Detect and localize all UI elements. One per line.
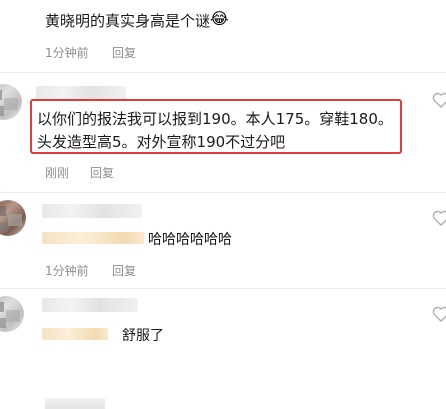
comment-text: 黄晓明的真实身高是个谜	[45, 12, 211, 30]
username-blurred	[42, 298, 138, 312]
comment-text: 哈哈哈哈哈哈	[148, 232, 232, 248]
avatar[interactable]	[0, 200, 26, 236]
user-tag-blurred	[42, 328, 108, 340]
heart-icon[interactable]	[432, 92, 446, 108]
reply-button[interactable]: 回复	[112, 44, 136, 61]
heart-icon[interactable]	[432, 306, 446, 322]
divider	[0, 72, 446, 73]
comment-text: 舒服了	[122, 328, 164, 344]
avatar[interactable]	[0, 84, 22, 120]
comment-time: 1分钟前	[45, 264, 89, 278]
heart-icon[interactable]	[432, 210, 446, 226]
avatar[interactable]	[0, 296, 24, 332]
username-blurred	[36, 86, 126, 100]
reply-button[interactable]: 回复	[112, 262, 136, 279]
username-blurred	[42, 204, 142, 218]
comment-time: 1分钟前	[45, 46, 89, 60]
comment-text-line-2: 头发造型高5。对外宣称190不过分吧	[37, 133, 286, 151]
reply-button[interactable]: 回复	[90, 164, 114, 181]
comment-time: 刚刚	[45, 166, 70, 180]
user-tag-blurred	[42, 232, 144, 244]
comment-text-line-1: 以你们的报法我可以报到190。本人175。穿鞋180。	[37, 110, 393, 128]
divider	[0, 288, 446, 289]
divider	[0, 192, 446, 193]
laughing-emoji-icon: 😂	[210, 9, 229, 28]
cropped-row	[45, 398, 105, 409]
